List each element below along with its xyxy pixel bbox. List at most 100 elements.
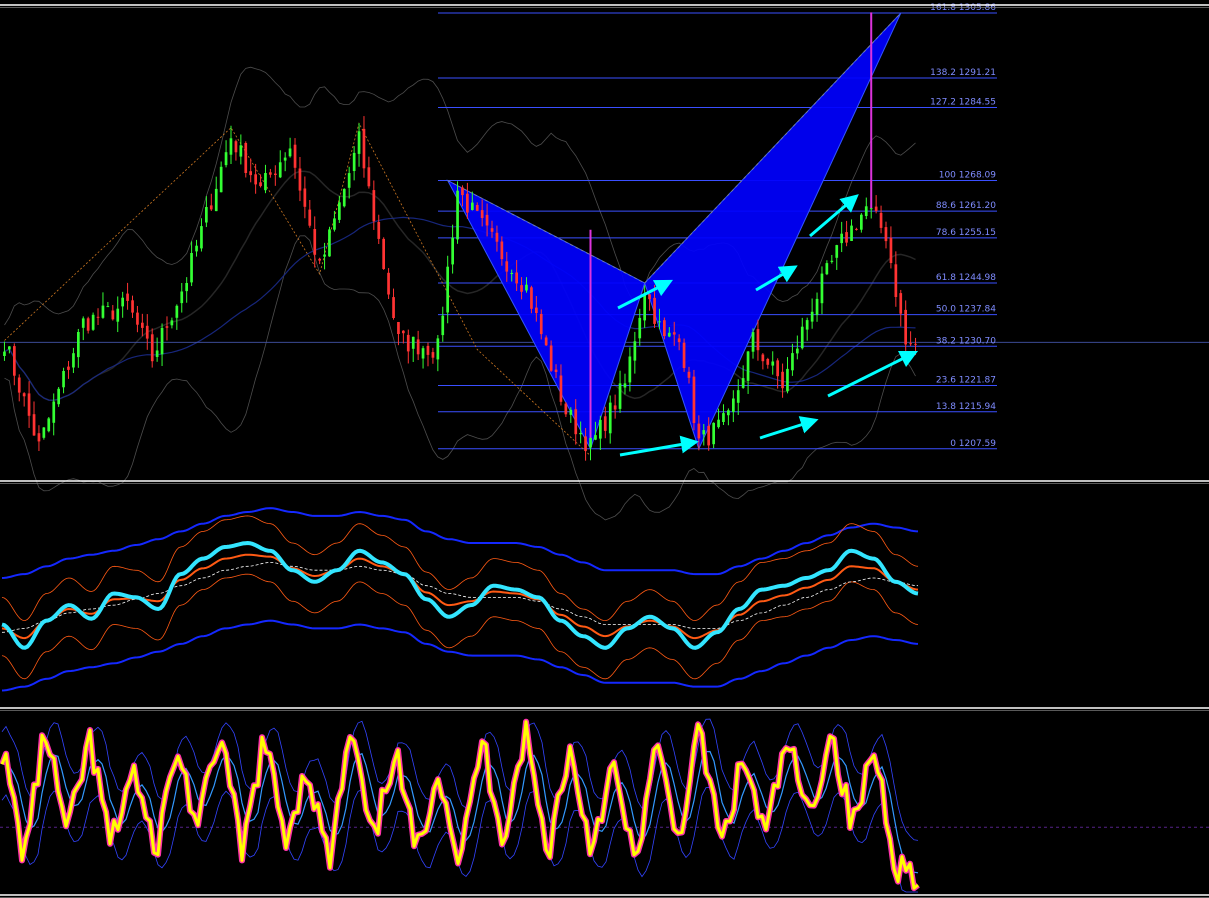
candle-body: [751, 332, 755, 352]
candle-body: [608, 402, 612, 434]
trading-chart[interactable]: 161.8 1305.86138.2 1291.21127.2 1284.551…: [0, 0, 1209, 898]
candle-body: [874, 206, 878, 211]
candle-body: [27, 393, 31, 416]
candle-body: [32, 414, 36, 436]
candle-body: [259, 182, 262, 187]
candle-body: [771, 361, 775, 366]
candle-body: [746, 351, 750, 381]
candle-body: [495, 232, 499, 242]
candle-body: [165, 326, 169, 328]
candle-body: [126, 293, 129, 301]
candle-body: [175, 305, 179, 318]
candle-body: [357, 131, 361, 154]
candle-body: [776, 360, 779, 377]
candle-body: [618, 383, 622, 409]
candle-body: [224, 152, 228, 166]
candle-body: [8, 346, 11, 350]
candle-body: [722, 413, 725, 422]
candle-body: [820, 273, 824, 304]
candle-body: [313, 229, 317, 255]
candle-body: [308, 209, 312, 226]
candle-body: [633, 341, 637, 361]
candle-body: [485, 214, 489, 226]
candle-body: [510, 273, 514, 274]
candle-body: [328, 229, 331, 257]
candle-body: [663, 320, 666, 337]
candle-body: [786, 368, 789, 392]
candle-body: [37, 433, 41, 442]
candle-body: [712, 422, 715, 445]
candle-body: [520, 285, 523, 292]
candle-body: [535, 307, 538, 313]
candle-body: [643, 293, 646, 321]
candle-body: [150, 334, 154, 362]
candle-body: [402, 330, 405, 334]
candle-body: [584, 436, 587, 451]
candle-body: [96, 316, 100, 318]
candle-body: [736, 390, 740, 403]
fib-label: 127.2 1284.55: [930, 98, 996, 108]
candle-body: [278, 162, 282, 178]
candle-body: [569, 409, 573, 415]
candle-body: [830, 260, 834, 262]
candle-body: [899, 293, 903, 314]
candle-body: [62, 371, 65, 388]
fib-label: 13.8 1215.94: [936, 402, 996, 412]
candle-body: [549, 345, 553, 371]
candle-body: [840, 233, 843, 244]
candle-body: [791, 353, 794, 371]
candle-body: [195, 245, 198, 252]
candle-body: [741, 378, 745, 388]
candle-body: [170, 320, 174, 326]
candle-body: [283, 157, 287, 161]
candle-body: [653, 297, 656, 324]
candle-body: [293, 144, 297, 168]
candle-body: [3, 351, 6, 356]
candle-body: [855, 228, 858, 230]
candle-body: [77, 332, 80, 358]
candle-body: [850, 225, 853, 241]
candle-body: [451, 237, 454, 265]
candle-body: [869, 208, 873, 210]
candle-body: [81, 318, 85, 328]
candle-body: [613, 405, 617, 410]
candle-body: [692, 376, 696, 423]
candle-body: [766, 359, 770, 365]
candle-body: [781, 371, 784, 389]
candle-body: [200, 226, 203, 249]
candle-body: [441, 315, 445, 336]
candle-body: [687, 371, 691, 378]
candle-body: [860, 214, 863, 230]
candle-body: [416, 339, 420, 355]
candle-body: [72, 353, 75, 368]
candle-body: [318, 258, 321, 261]
candle-body: [658, 321, 661, 323]
candle-body: [269, 172, 272, 175]
candle-body: [810, 311, 814, 322]
candle-body: [303, 188, 307, 207]
candle-body: [648, 294, 651, 300]
fib-label: 50.0 1237.84: [936, 305, 996, 315]
candle-body: [86, 318, 90, 331]
candle-body: [145, 325, 149, 339]
candle-body: [677, 338, 681, 343]
candle-body: [864, 206, 868, 216]
candle-body: [500, 241, 504, 260]
candle-body: [475, 205, 479, 211]
candle-body: [397, 322, 400, 334]
fib-label: 100 1268.09: [939, 171, 997, 181]
candle-body: [717, 419, 720, 428]
candle-body: [815, 298, 819, 315]
candle-body: [879, 212, 883, 228]
candle-body: [342, 188, 346, 207]
candle-body: [579, 433, 582, 435]
candle-body: [392, 297, 395, 318]
candle-body: [894, 264, 898, 297]
candle-body: [190, 253, 193, 283]
fib-label: 0 1207.59: [950, 439, 996, 449]
candle-body: [515, 272, 518, 284]
candle-body: [91, 314, 95, 330]
candle-body: [796, 348, 799, 354]
candle-body: [884, 227, 888, 242]
candle-body: [116, 308, 120, 322]
